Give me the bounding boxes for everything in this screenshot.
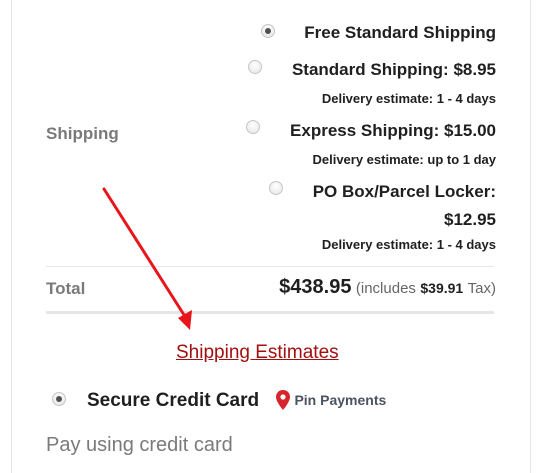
secure-credit-card-label[interactable]: Secure Credit Card	[87, 390, 259, 412]
pin-marker-icon	[276, 390, 290, 410]
payment-description: Pay using credit card	[46, 434, 233, 456]
annotation-arrow	[102, 187, 192, 330]
radio-secure-credit-card[interactable]	[52, 392, 66, 406]
pin-payments-logo: Pin Payments	[276, 390, 386, 410]
pin-payments-text: Pin Payments	[294, 392, 387, 408]
